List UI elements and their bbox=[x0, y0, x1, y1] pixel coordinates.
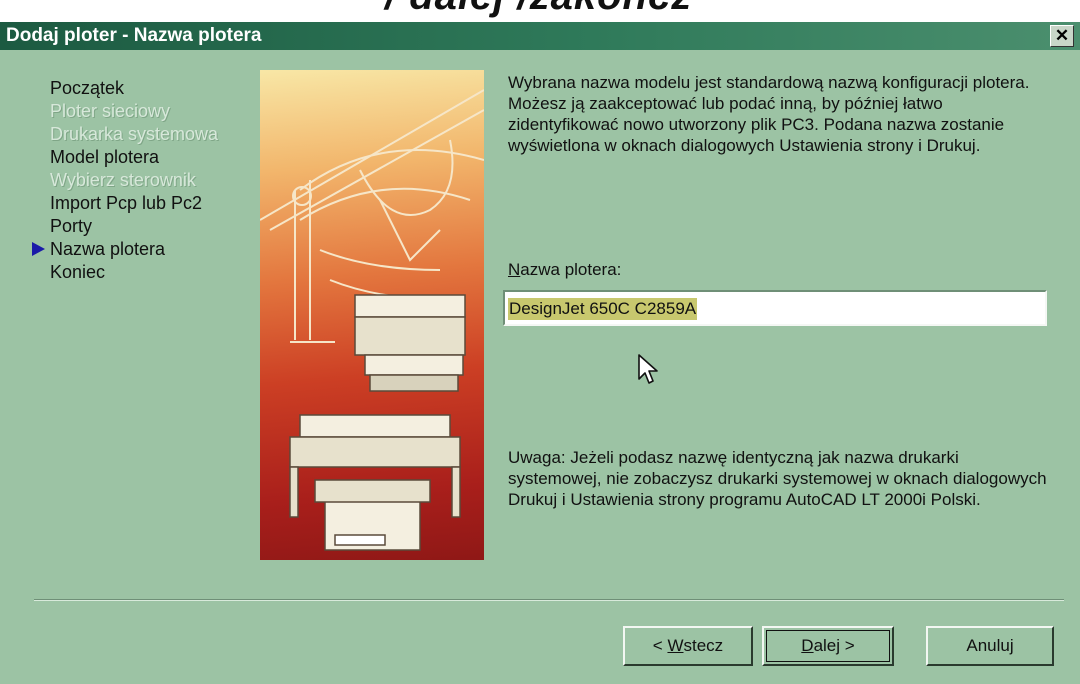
wizard-step: Koniec bbox=[40, 261, 250, 284]
wizard-step: Nazwa plotera bbox=[32, 238, 250, 261]
plotter-name-label-hotkey: N bbox=[508, 260, 521, 279]
wizard-steps: Początek Ploter sieciowy Drukarka systemow… bbox=[32, 77, 250, 284]
wizard-step-label: Porty bbox=[50, 216, 93, 236]
back-button[interactable]: < Wstecz bbox=[623, 626, 753, 666]
plotter-artwork bbox=[260, 89, 484, 551]
wizard-step: Wybierz sterownik bbox=[40, 169, 250, 192]
plotter-name-input[interactable]: DesignJet 650C C2859A bbox=[503, 290, 1047, 326]
wizard-step-label: Drukarka systemowa bbox=[50, 124, 219, 144]
add-plotter-dialog: Dodaj ploter - Nazwa plotera ✕ Początek P… bbox=[0, 22, 1080, 684]
wizard-step-label: Nazwa plotera bbox=[50, 239, 166, 259]
top-banner: / dalej /zakończ bbox=[0, 0, 1080, 22]
mouse-pointer-icon bbox=[638, 354, 658, 384]
next-button[interactable]: Dalej > bbox=[762, 626, 894, 666]
plotter-name-label: Nazwa plotera: bbox=[508, 260, 621, 280]
wizard-step: Ploter sieciowy bbox=[40, 100, 250, 123]
wizard-step: Model plotera bbox=[40, 146, 250, 169]
wizard-step: Początek bbox=[40, 77, 250, 100]
back-button-prefix: < bbox=[652, 636, 668, 655]
banner-text: / dalej /zakończ bbox=[385, 0, 692, 19]
back-button-hotkey: W bbox=[667, 636, 684, 655]
back-button-text: stecz bbox=[683, 636, 724, 655]
wizard-step-label: Import Pcp lub Pc2 bbox=[50, 193, 203, 213]
description-text: Wybrana nazwa modelu jest standardową na… bbox=[508, 73, 1030, 155]
plotter-illustration bbox=[260, 70, 484, 560]
wizard-step-label: Początek bbox=[50, 78, 125, 98]
window-title: Dodaj ploter - Nazwa plotera bbox=[6, 25, 262, 46]
arrow-right-icon bbox=[32, 242, 45, 256]
cancel-button[interactable]: Anuluj bbox=[926, 626, 1054, 666]
warning-note: Uwaga: Jeżeli podasz nazwę identyczną ja… bbox=[508, 448, 1047, 509]
separator-line bbox=[34, 599, 1064, 601]
wizard-step: Drukarka systemowa bbox=[40, 123, 250, 146]
wizard-step: Import Pcp lub Pc2 bbox=[40, 192, 250, 215]
next-button-text: alej > bbox=[813, 636, 855, 655]
next-button-hotkey: D bbox=[801, 636, 814, 655]
wizard-step-label: Wybierz sterownik bbox=[50, 170, 196, 190]
plotter-name-label-text: azwa plotera: bbox=[520, 260, 622, 279]
wizard-step-label: Model plotera bbox=[50, 147, 160, 167]
title-bar[interactable]: Dodaj ploter - Nazwa plotera ✕ bbox=[0, 22, 1080, 50]
wizard-step-label: Koniec bbox=[50, 262, 106, 282]
wizard-step: Porty bbox=[40, 215, 250, 238]
wizard-step-label: Ploter sieciowy bbox=[50, 101, 171, 121]
plotter-name-value: DesignJet 650C C2859A bbox=[508, 298, 698, 320]
close-icon[interactable]: ✕ bbox=[1050, 25, 1074, 47]
